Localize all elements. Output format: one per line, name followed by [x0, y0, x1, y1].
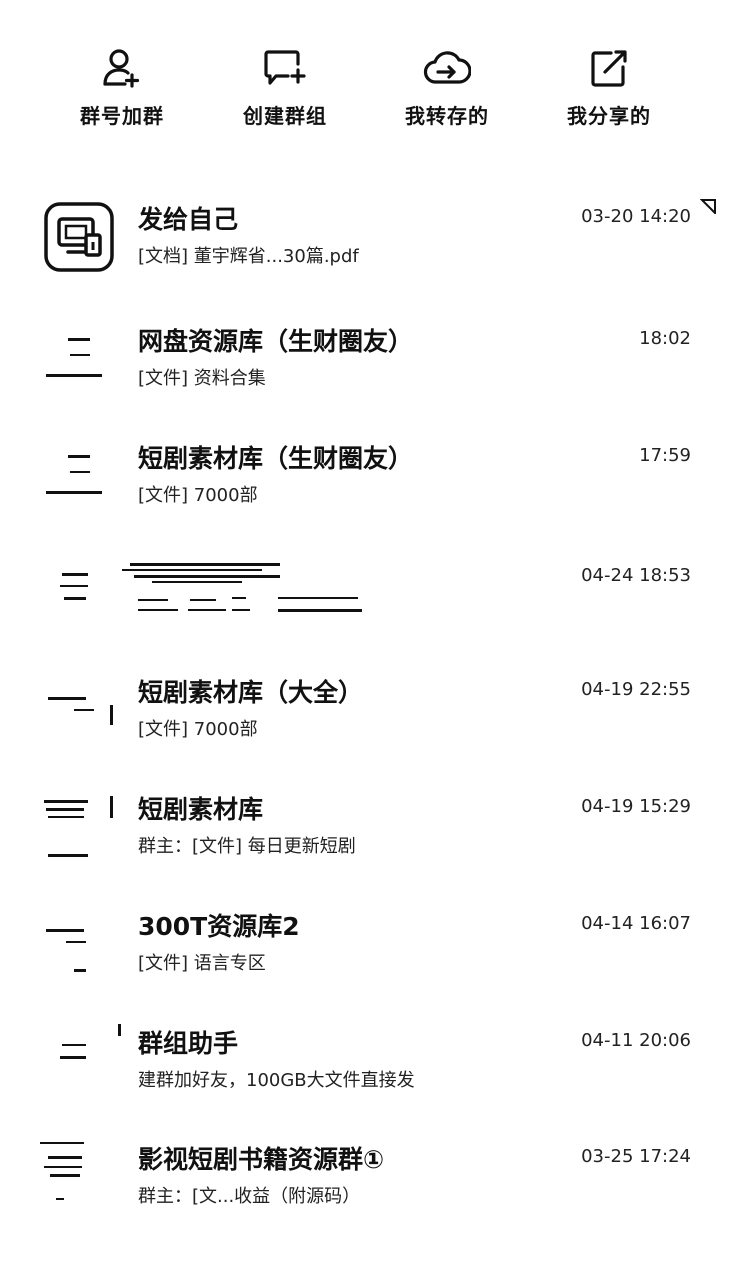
chat-row-self[interactable]: 发给自己 [文档] 董宇辉省...30篇.pdf 03-20 14:20 [0, 198, 731, 308]
action-label: 我分享的 [567, 104, 651, 128]
pinned-corner-icon [700, 199, 716, 214]
chat-time: 04-24 18:53 [581, 565, 691, 586]
chat-title: 300T资源库2 [138, 912, 300, 941]
chat-time: 04-11 20:06 [581, 1030, 691, 1051]
chat-title: 影视短剧书籍资源群① [138, 1145, 385, 1174]
share-edit-icon [591, 50, 627, 87]
chat-row-redacted[interactable]: 04-24 18:53 [0, 557, 731, 667]
chat-last-message: 群主：[文件] 每日更新短剧 [138, 836, 356, 857]
add-user-icon [103, 49, 140, 88]
chat-row[interactable]: 短剧素材库 群主：[文件] 每日更新短剧 04-19 15:29 [0, 788, 731, 898]
action-label: 群号加群 [80, 104, 164, 128]
redacted-subtitle [138, 595, 368, 615]
my-shared-button[interactable]: 我分享的 [539, 48, 679, 129]
group-avatar [40, 1142, 114, 1212]
group-avatar [44, 1024, 121, 1096]
chat-row[interactable]: 影视短剧书籍资源群① 群主：[文...收益（附源码） 03-25 17:24 [0, 1138, 731, 1248]
action-label: 我转存的 [405, 104, 489, 128]
chat-title: 群组助手 [138, 1029, 239, 1058]
chat-time: 18:02 [639, 328, 691, 349]
cloud-transfer-icon [423, 51, 471, 84]
chat-time: 03-20 14:20 [581, 206, 691, 227]
group-avatar [44, 792, 114, 862]
my-saved-button[interactable]: 我转存的 [377, 48, 517, 129]
chat-title: 短剧素材库（生财圈友） [138, 444, 414, 473]
chat-time: 04-19 15:29 [581, 796, 691, 817]
action-label: 创建群组 [243, 104, 327, 128]
chat-time: 04-14 16:07 [581, 913, 691, 934]
join-group-by-number-button[interactable]: 群号加群 [52, 48, 192, 129]
create-group-button[interactable]: 创建群组 [215, 48, 355, 129]
chat-last-message: [文档] 董宇辉省...30篇.pdf [138, 246, 359, 267]
group-avatar [44, 441, 114, 511]
chat-last-message: [文件] 7000部 [138, 719, 258, 740]
group-avatar [44, 675, 114, 745]
chat-row[interactable]: 短剧素材库（大全） [文件] 7000部 04-19 22:55 [0, 671, 731, 781]
quick-actions-bar: 群号加群 创建群组 我转存的 我分享的 [0, 48, 731, 138]
redacted-title [122, 559, 282, 587]
chat-row[interactable]: 300T资源库2 [文件] 语言专区 04-14 16:07 [0, 905, 731, 1015]
chat-row[interactable]: 短剧素材库（生财圈友） [文件] 7000部 17:59 [0, 437, 731, 547]
group-avatar [44, 909, 114, 979]
chat-row[interactable]: 网盘资源库（生财圈友） [文件] 资料合集 18:02 [0, 320, 731, 430]
chat-title: 短剧素材库（大全） [138, 678, 364, 707]
chat-title: 短剧素材库 [138, 795, 264, 824]
chat-last-message: 群主：[文...收益（附源码） [138, 1186, 361, 1207]
chat-last-message: 建群加好友，100GB大文件直接发 [138, 1070, 415, 1091]
group-avatar [44, 561, 114, 631]
chat-time: 04-19 22:55 [581, 679, 691, 700]
self-devices-icon [44, 202, 114, 272]
chat-last-message: [文件] 语言专区 [138, 953, 266, 974]
chat-row-group-assistant[interactable]: 群组助手 建群加好友，100GB大文件直接发 04-11 20:06 [0, 1022, 731, 1132]
chat-time: 03-25 17:24 [581, 1146, 691, 1167]
chat-time: 17:59 [639, 445, 691, 466]
chat-last-message: [文件] 资料合集 [138, 368, 266, 389]
chat-title: 网盘资源库（生财圈友） [138, 327, 414, 356]
add-chat-icon [264, 50, 306, 85]
group-avatar [44, 324, 114, 394]
chat-last-message: [文件] 7000部 [138, 485, 258, 506]
chat-title: 发给自己 [138, 205, 239, 234]
